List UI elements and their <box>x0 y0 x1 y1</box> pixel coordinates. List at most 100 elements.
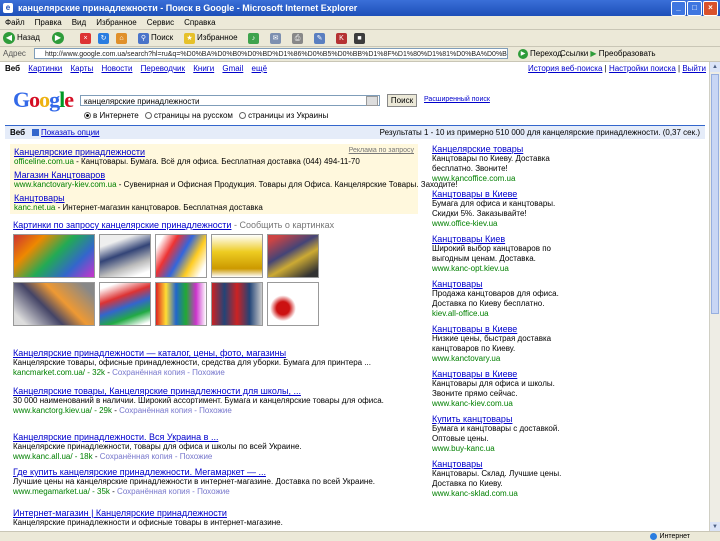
nav-translate[interactable]: Переводчик <box>141 64 185 73</box>
result-title[interactable]: Интернет-магазин | Канцелярские принадле… <box>13 508 413 518</box>
nav-news[interactable]: Новости <box>101 64 132 73</box>
side-ad-url: www.kanc-kiev.com.ua <box>432 399 513 408</box>
go-button[interactable]: ▶ Переход <box>518 48 562 60</box>
radio-web[interactable] <box>84 112 91 119</box>
print-button[interactable]: ⎙ <box>292 31 303 45</box>
favorites-label: Избранное <box>197 33 238 42</box>
advanced-search-link[interactable]: Расширенный поиск <box>424 96 490 103</box>
scrollbar-thumb[interactable] <box>711 74 719 314</box>
result-title[interactable]: Канцелярские принадлежности. Вся Украина… <box>13 432 413 442</box>
image-thumbnail[interactable] <box>267 234 319 278</box>
menu-view[interactable]: Вид <box>67 16 91 29</box>
menu-favorites[interactable]: Избранное <box>91 16 142 29</box>
nav-more[interactable]: ещё <box>252 64 267 73</box>
image-thumbnail[interactable] <box>155 282 207 326</box>
side-ad: Канцтовары Канцтовары. Склад. Лучшие цен… <box>432 459 612 499</box>
menu-file[interactable]: Файл <box>0 16 30 29</box>
result-cache-link[interactable]: Сохранённая копия - Похожие <box>119 406 232 415</box>
side-ad-title[interactable]: Канцтовары <box>432 459 612 469</box>
media-button[interactable]: ♪ <box>248 31 259 45</box>
translate-button[interactable]: Преобразовать <box>599 49 656 58</box>
nav-images[interactable]: Картинки <box>28 64 62 73</box>
results-infobar: Веб Показать опции Результаты 1 - 10 из … <box>5 125 705 139</box>
report-images-link[interactable]: - Сообщить о картинках <box>234 220 334 230</box>
side-ad-title[interactable]: Канцтовары в Киеве <box>432 369 612 379</box>
side-ad-url: www.office-kiev.ua <box>432 219 498 228</box>
radio-ukraine-label: страницы из Украины <box>248 111 329 120</box>
image-thumbnail[interactable] <box>211 282 263 326</box>
search-button[interactable]: ⚲ Поиск <box>138 31 173 45</box>
messenger-button[interactable]: K <box>336 31 347 45</box>
search-submit-button[interactable]: Поиск <box>387 94 417 107</box>
google-logo[interactable]: Google <box>13 87 74 113</box>
side-ad-title[interactable]: Канцелярские товары <box>432 144 612 154</box>
side-ad: Канцелярские товары Канцтовары по Киеву.… <box>432 144 612 184</box>
close-button[interactable]: × <box>703 1 718 16</box>
address-label: Адрес <box>3 49 26 58</box>
top-ad-title[interactable]: Магазин Канцтоваров <box>14 170 458 180</box>
result-cache-link[interactable]: Сохранённая копия - Похожие <box>117 487 230 496</box>
radio-ukraine[interactable] <box>239 112 247 119</box>
side-ad-title[interactable]: Канцтовары Киев <box>432 234 612 244</box>
nav-gmail[interactable]: Gmail <box>222 64 243 73</box>
radio-russian[interactable] <box>144 112 152 119</box>
image-results-heading: Картинки по запросу канцелярские принадл… <box>13 220 334 230</box>
web-history-link[interactable]: История веб-поиска <box>528 64 602 73</box>
menubar: Файл Правка Вид Избранное Сервис Справка <box>0 16 720 30</box>
top-ad-title[interactable]: Канцтовары <box>14 193 263 203</box>
side-ad-title[interactable]: Канцтовары в Киеве <box>432 324 612 334</box>
addressbar: Адрес http://www.google.com.ua/search?hl… <box>0 47 720 62</box>
mail-icon: ✉ <box>270 32 281 44</box>
edit-button[interactable]: ✎ <box>314 31 325 45</box>
result-title[interactable]: Где купить канцелярские принадлежности. … <box>13 467 413 477</box>
result-title[interactable]: Канцелярские товары, Канцелярские принад… <box>13 386 413 396</box>
image-thumbnail[interactable] <box>99 234 151 278</box>
search-label: Поиск <box>151 33 174 42</box>
menu-edit[interactable]: Правка <box>30 16 67 29</box>
side-ad-title[interactable]: Купить канцтовары <box>432 414 612 424</box>
image-thumbnail[interactable] <box>267 282 319 326</box>
result-cache-link[interactable]: Сохранённая копия - Похожие <box>112 368 225 377</box>
top-ad-title[interactable]: Канцелярские принадлежности <box>14 147 360 157</box>
menu-help[interactable]: Справка <box>179 16 220 29</box>
refresh-button[interactable]: ↻ <box>98 31 109 45</box>
nav-web[interactable]: Веб <box>5 64 20 73</box>
image-thumbnail[interactable] <box>99 282 151 326</box>
nav-maps[interactable]: Карты <box>70 64 93 73</box>
show-options-link[interactable]: Показать опции <box>41 128 100 137</box>
image-thumbnail[interactable] <box>13 282 95 326</box>
image-thumbnail[interactable] <box>211 234 263 278</box>
vertical-scrollbar[interactable]: ▲ ▼ <box>709 62 720 532</box>
address-input[interactable]: http://www.google.com.ua/search?hl=ru&q=… <box>34 48 508 59</box>
minimize-button[interactable]: _ <box>671 1 686 16</box>
nav-books[interactable]: Книги <box>193 64 214 73</box>
side-ad: Канцтовары Продажа канцтоваров для офиса… <box>432 279 612 319</box>
go-arrow-icon: ▶ <box>518 49 528 59</box>
search-input[interactable]: канцелярские принадлежности <box>80 95 380 106</box>
forward-button[interactable]: ▶ <box>52 31 64 45</box>
back-button[interactable]: ◀ Назад <box>3 31 40 45</box>
image-results-link[interactable]: Картинки по запросу канцелярские принадл… <box>13 220 231 230</box>
search-settings-link[interactable]: Настройки поиска <box>609 64 676 73</box>
home-button[interactable]: ⌂ <box>116 31 127 45</box>
result-title[interactable]: Канцелярские принадлежности — каталог, ц… <box>13 348 413 358</box>
top-ad-desc: Сувенирная и Офисная Продукция. Товары д… <box>123 180 458 189</box>
menu-tools[interactable]: Сервис <box>142 16 179 29</box>
result-cache-link[interactable]: Сохранённая копия - Похожие <box>100 452 213 461</box>
image-thumbnail[interactable] <box>155 234 207 278</box>
image-thumbnail[interactable] <box>13 234 95 278</box>
browser-page: Веб Картинки Карты Новости Переводчик Кн… <box>0 62 710 531</box>
links-label[interactable]: Ссылки <box>560 49 588 58</box>
side-ad-title[interactable]: Канцтовары <box>432 279 612 289</box>
side-ad-line: Низкие цены, быстрая доставка <box>432 334 552 343</box>
mail-button[interactable]: ✉ <box>270 31 281 45</box>
stop-button[interactable]: × <box>80 31 91 45</box>
favorites-button[interactable]: ★ Избранное <box>184 31 238 45</box>
keyboard-icon[interactable] <box>366 96 378 106</box>
scroll-up-icon[interactable]: ▲ <box>710 62 720 72</box>
maximize-button[interactable]: □ <box>687 1 702 16</box>
side-ad-title[interactable]: Канцтовары в Киеве <box>432 189 612 199</box>
search-result: Канцелярские принадлежности — каталог, ц… <box>13 348 413 378</box>
research-button[interactable]: ■ <box>354 31 365 45</box>
sign-out-link[interactable]: Выйти <box>682 64 706 73</box>
